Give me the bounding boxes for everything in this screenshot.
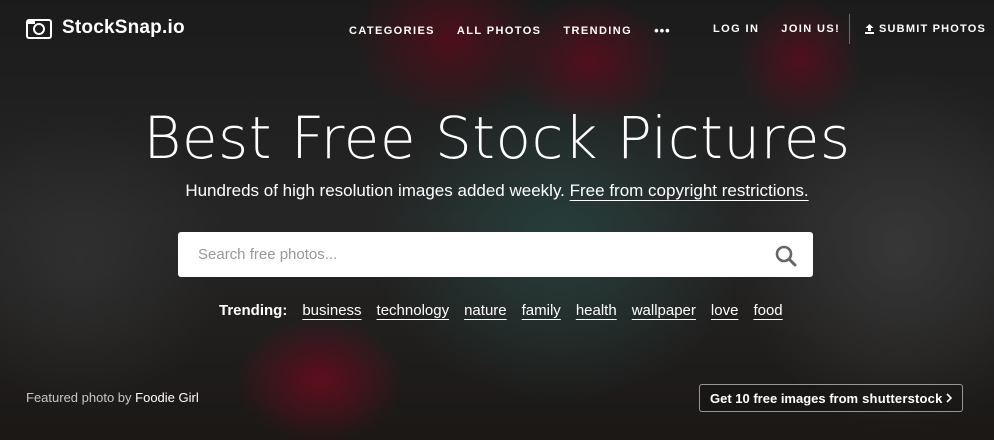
account-nav: LOG IN JOIN US!	[713, 23, 840, 35]
shutterstock-offer-text: Get 10 free images from	[710, 390, 859, 406]
main-nav: CATEGORIES ALL PHOTOS TRENDING •••	[349, 23, 671, 38]
tag-wallpaper[interactable]: wallpaper	[632, 302, 696, 319]
trending-label: Trending:	[219, 302, 288, 319]
camera-icon	[26, 19, 52, 39]
featured-prefix: Featured photo by	[26, 390, 132, 405]
copyright-link[interactable]: Free from copyright restrictions.	[570, 181, 809, 200]
brand-name: StockSnap.io	[62, 17, 185, 38]
join-link[interactable]: JOIN US!	[781, 23, 840, 35]
submit-photos-button[interactable]: SUBMIT PHOTOS	[865, 23, 986, 35]
shutterstock-offer-button[interactable]: Get 10 free images from shutterstock	[699, 384, 963, 412]
chevron-right-icon	[946, 393, 952, 403]
tag-health[interactable]: health	[576, 302, 617, 319]
nav-divider	[849, 14, 850, 44]
hero-subtitle: Hundreds of high resolution images added…	[0, 181, 994, 201]
tag-love[interactable]: love	[711, 302, 739, 319]
page-title: Best Free Stock Pictures	[143, 104, 851, 172]
search-bar	[178, 232, 813, 277]
nav-categories[interactable]: CATEGORIES	[349, 25, 435, 37]
search-icon[interactable]	[775, 245, 797, 267]
nav-all-photos[interactable]: ALL PHOTOS	[457, 25, 542, 37]
tag-nature[interactable]: nature	[464, 302, 507, 319]
subtitle-text: Hundreds of high resolution images added…	[185, 181, 565, 200]
tag-technology[interactable]: technology	[377, 302, 450, 319]
submit-photos-label: SUBMIT PHOTOS	[879, 23, 987, 35]
nav-trending[interactable]: TRENDING	[563, 25, 632, 37]
tag-business[interactable]: business	[302, 302, 361, 319]
upload-icon	[865, 24, 874, 34]
more-menu-icon[interactable]: •••	[654, 23, 671, 38]
featured-author-link[interactable]: Foodie Girl	[135, 390, 199, 405]
search-input[interactable]	[178, 233, 760, 276]
tag-food[interactable]: food	[753, 302, 782, 319]
login-link[interactable]: LOG IN	[713, 23, 759, 35]
tag-family[interactable]: family	[522, 302, 561, 319]
shutterstock-brand: shutterstock	[862, 390, 943, 406]
featured-credit: Featured photo by Foodie Girl	[26, 390, 199, 405]
logo[interactable]: StockSnap.io	[26, 17, 185, 39]
trending-tags: Trending: business technology nature fam…	[219, 302, 783, 319]
